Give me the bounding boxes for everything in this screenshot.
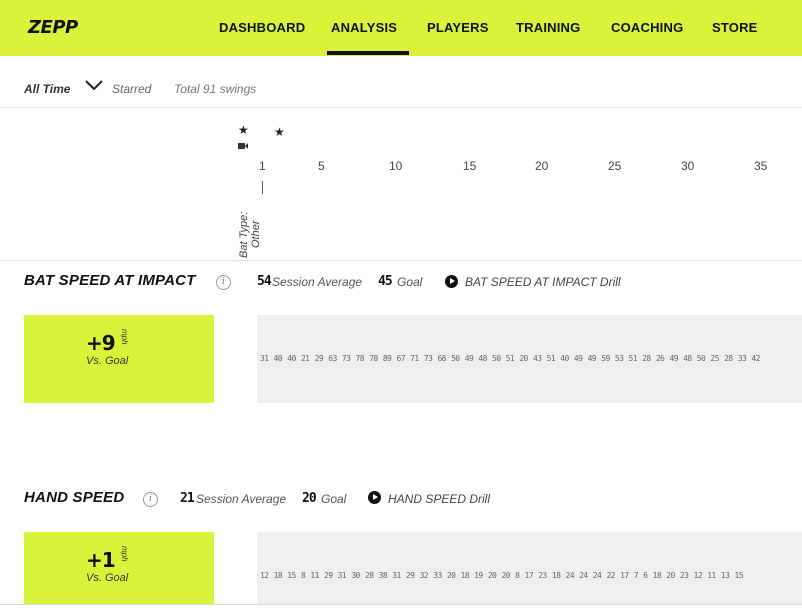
session-average-value: 21 xyxy=(180,491,195,506)
play-icon[interactable] xyxy=(368,491,381,504)
swing-tick: 35 xyxy=(754,159,768,173)
swing-tick: 25 xyxy=(608,159,622,173)
vs-goal-label: Vs. Goal xyxy=(86,572,129,584)
divider xyxy=(0,260,802,261)
divider xyxy=(0,107,802,108)
swing-tick: 10 xyxy=(389,159,403,173)
bat-type-label: Bat Type: Other xyxy=(238,212,262,258)
swing-tick: 5 xyxy=(318,159,325,173)
swing-marker xyxy=(262,181,263,194)
star-icon[interactable]: ★ xyxy=(274,125,285,139)
zepp-logo[interactable]: ZEPP xyxy=(28,17,78,38)
info-icon[interactable]: i xyxy=(216,275,231,290)
drill-link[interactable]: BAT SPEED AT IMPACT Drill xyxy=(465,275,621,289)
nav-training[interactable]: TRAINING xyxy=(516,20,580,35)
vs-goal-card: +9 mph Vs. Goal xyxy=(24,315,214,403)
unit-label: mph xyxy=(120,546,129,562)
swing-values-strip: 12 18 15 8 11 29 31 30 28 38 31 29 32 33… xyxy=(257,532,802,604)
goal-label: Goal xyxy=(321,492,347,506)
chevron-down-icon[interactable] xyxy=(84,78,104,92)
bat-type-key: Bat Type: xyxy=(238,211,250,258)
drill-link[interactable]: HAND SPEED Drill xyxy=(388,492,490,506)
swing-values: 12 18 15 8 11 29 31 30 28 38 31 29 32 33… xyxy=(260,571,744,580)
swing-tick: 1 xyxy=(259,159,266,173)
vs-goal-label: Vs. Goal xyxy=(86,355,129,367)
play-icon[interactable] xyxy=(445,275,458,288)
time-range-select[interactable]: All Time xyxy=(24,82,70,96)
goal-value: 20 xyxy=(302,491,317,506)
metric-title: BAT SPEED AT IMPACT xyxy=(24,272,196,289)
nav-store[interactable]: STORE xyxy=(712,20,758,35)
nav-dashboard[interactable]: DASHBOARD xyxy=(219,20,305,35)
session-average-value: 54 xyxy=(257,274,272,289)
video-icon[interactable] xyxy=(238,143,248,149)
info-icon[interactable]: i xyxy=(143,492,158,507)
swing-tick: 20 xyxy=(535,159,549,173)
swing-tick: 15 xyxy=(463,159,477,173)
vs-goal-value: +1 xyxy=(86,548,116,572)
session-average-label: Session Average xyxy=(196,492,287,506)
divider xyxy=(0,604,802,605)
vs-goal-value: +9 xyxy=(86,331,116,355)
nav-players[interactable]: PLAYERS xyxy=(427,20,489,35)
starred-filter[interactable]: Starred xyxy=(112,82,151,96)
total-swings: Total 91 swings xyxy=(174,82,257,96)
metric-title: HAND SPEED xyxy=(24,489,125,506)
star-icon[interactable]: ★ xyxy=(238,123,249,137)
swing-values-strip: 31 40 40 21 29 63 73 78 78 89 67 71 73 6… xyxy=(257,315,802,403)
nav-coaching[interactable]: COACHING xyxy=(611,20,683,35)
swing-tick: 30 xyxy=(681,159,695,173)
swing-values: 31 40 40 21 29 63 73 78 78 89 67 71 73 6… xyxy=(260,354,760,363)
bat-type-value: Other xyxy=(250,220,262,248)
goal-label: Goal xyxy=(397,275,423,289)
vs-goal-card: +1 mph Vs. Goal xyxy=(24,532,214,604)
unit-label: mph xyxy=(120,329,129,345)
top-nav: ZEPP DASHBOARD ANALYSIS PLAYERS TRAINING… xyxy=(0,0,802,56)
session-average-label: Session Average xyxy=(272,275,363,289)
goal-value: 45 xyxy=(378,274,393,289)
nav-analysis[interactable]: ANALYSIS xyxy=(326,20,410,55)
